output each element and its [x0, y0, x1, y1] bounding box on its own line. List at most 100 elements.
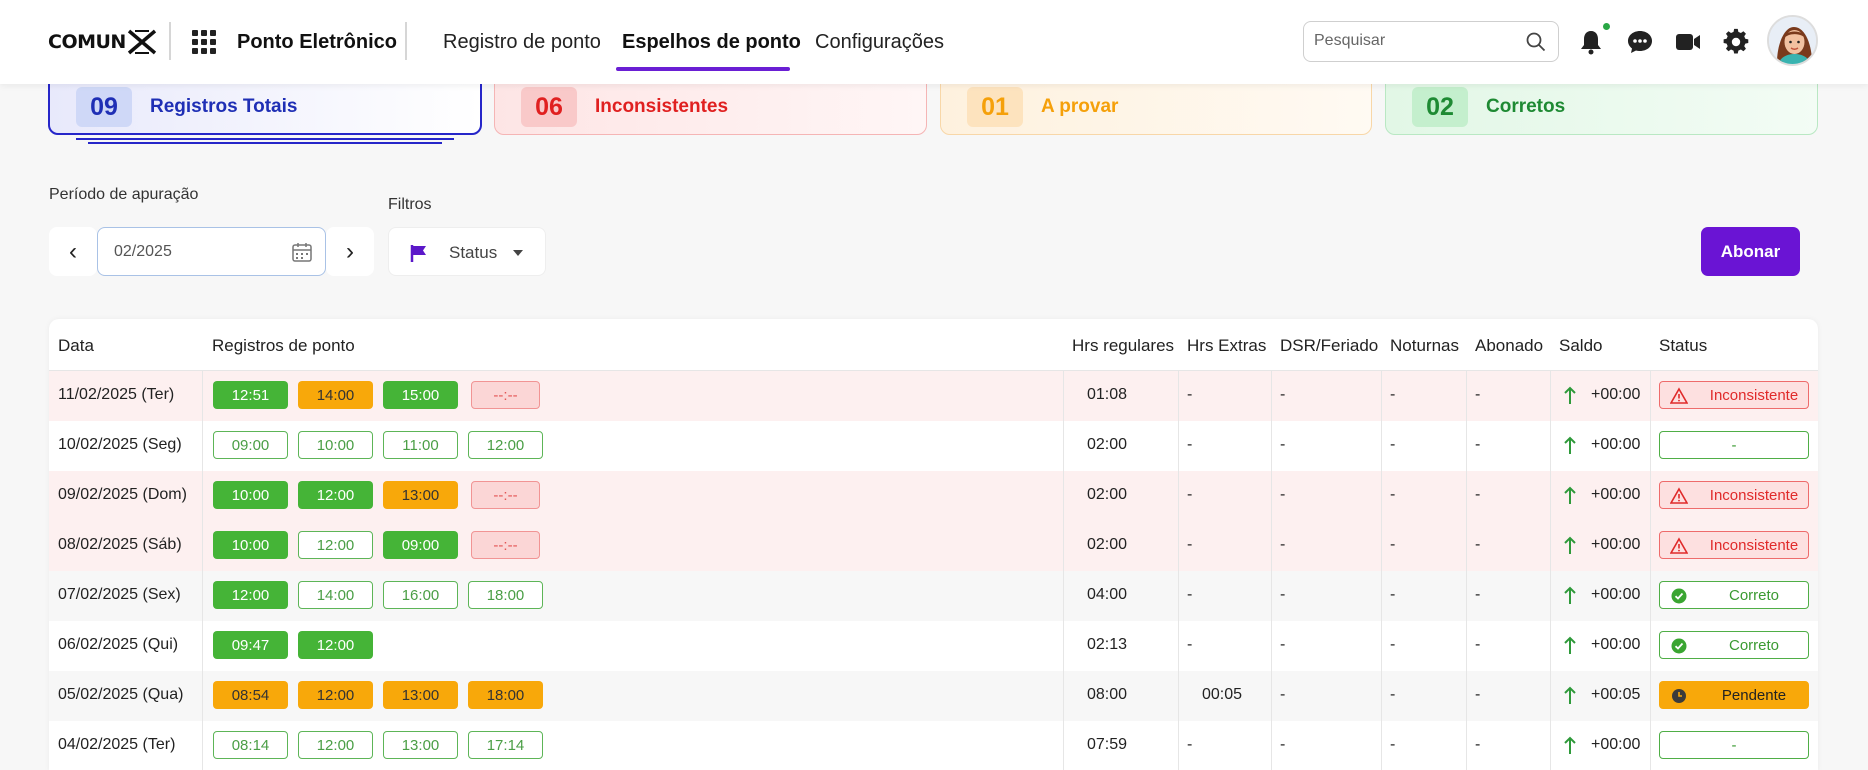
- col-dsr-feriado: DSR/Feriado: [1280, 336, 1379, 355]
- period-label: Período de apuração: [49, 186, 199, 203]
- search-input[interactable]: [1314, 32, 1514, 50]
- table-row[interactable]: 10/02/2025 (Seg) 09:00 10:00 11:00 12:00 02:0…: [49, 421, 1818, 471]
- search-box[interactable]: [1303, 21, 1559, 62]
- arrow-up-icon: [1564, 586, 1576, 604]
- column-divider: [1466, 721, 1467, 770]
- table-row[interactable]: 11/02/2025 (Ter) 12:51 14:00 15:00 --:-- 01:0…: [49, 371, 1818, 421]
- corretos-label: Corretos: [1486, 96, 1566, 117]
- column-divider: [1178, 371, 1179, 421]
- punch-time-chip[interactable]: 13:00: [383, 481, 458, 509]
- punch-time-chip[interactable]: 18:00: [468, 681, 543, 709]
- status-badge[interactable]: Inconsistente: [1659, 381, 1809, 409]
- punch-time-chip[interactable]: --:--: [471, 381, 540, 409]
- punch-time-chip[interactable]: 10:00: [298, 431, 373, 459]
- punch-time-chip[interactable]: 12:00: [298, 731, 373, 759]
- apps-grid-icon[interactable]: [192, 30, 216, 54]
- bell-icon[interactable]: [1577, 28, 1605, 56]
- previous-period-button[interactable]: ‹: [49, 227, 97, 276]
- row-date: 08/02/2025 (Sáb): [58, 536, 182, 553]
- status-badge[interactable]: Correto: [1659, 631, 1809, 659]
- user-avatar[interactable]: [1767, 15, 1818, 66]
- punch-time-chip[interactable]: 14:00: [298, 381, 373, 409]
- table-row[interactable]: 09/02/2025 (Dom) 10:00 12:00 13:00 --:-- 02:0…: [49, 471, 1818, 521]
- period-field[interactable]: 02/2025: [97, 227, 326, 276]
- row-date: 11/02/2025 (Ter): [58, 386, 175, 403]
- total-count: 09: [76, 87, 132, 127]
- punch-time-chip[interactable]: 12:00: [213, 581, 288, 609]
- status-badge[interactable]: -: [1659, 431, 1809, 459]
- row-date: 09/02/2025 (Dom): [58, 486, 187, 503]
- table-row[interactable]: 07/02/2025 (Sex) 12:00 14:00 16:00 18:00 04:0…: [49, 571, 1818, 621]
- column-divider: [1063, 571, 1064, 621]
- punch-time-chip[interactable]: 11:00: [383, 431, 458, 459]
- column-divider: [1466, 521, 1467, 571]
- search-icon[interactable]: [1526, 32, 1546, 52]
- punch-time-chip[interactable]: 15:00: [383, 381, 458, 409]
- abonar-button[interactable]: Abonar: [1701, 227, 1800, 276]
- punch-time-chip[interactable]: 08:14: [213, 731, 288, 759]
- status-label: Inconsistente: [1709, 387, 1799, 404]
- status-badge[interactable]: Pendente: [1659, 681, 1809, 709]
- status-badge[interactable]: Inconsistente: [1659, 531, 1809, 559]
- abonado-value: -: [1475, 486, 1481, 503]
- hrs-extras-value: -: [1187, 736, 1193, 753]
- column-divider: [202, 521, 203, 571]
- column-divider: [1178, 671, 1179, 721]
- punch-time-chip[interactable]: 16:00: [383, 581, 458, 609]
- comunix-logo[interactable]: COMUN: [48, 29, 157, 55]
- punch-time-chip[interactable]: 13:00: [383, 731, 458, 759]
- punch-time-chip[interactable]: 13:00: [383, 681, 458, 709]
- punch-time-chip[interactable]: 12:51: [213, 381, 288, 409]
- summary-card-corretos[interactable]: 02 Corretos: [1385, 79, 1818, 135]
- summary-card-a-provar[interactable]: 01 A provar: [940, 79, 1372, 135]
- card-selected-underline: [76, 138, 454, 140]
- column-divider: [1381, 421, 1382, 471]
- column-divider: [1178, 421, 1179, 471]
- table-row[interactable]: 06/02/2025 (Qui) 09:47 12:00 02:13 - - - - +00:0…: [49, 621, 1818, 671]
- hrs-regulares-value: 04:00: [1087, 586, 1128, 603]
- status-badge[interactable]: -: [1659, 731, 1809, 759]
- punch-time-chip[interactable]: 09:47: [213, 631, 288, 659]
- punch-time-chip[interactable]: 12:00: [298, 631, 373, 659]
- status-badge[interactable]: Inconsistente: [1659, 481, 1809, 509]
- saldo-value: +00:00: [1591, 436, 1641, 453]
- calendar-icon[interactable]: [291, 241, 313, 263]
- video-icon[interactable]: [1674, 28, 1702, 56]
- punch-time-chip[interactable]: 17:14: [468, 731, 543, 759]
- punch-time-chip[interactable]: 08:54: [213, 681, 288, 709]
- punch-time-chip[interactable]: 10:00: [213, 481, 288, 509]
- tab-configuracoes[interactable]: Configurações: [815, 31, 944, 54]
- punch-time-chip[interactable]: 12:00: [468, 431, 543, 459]
- flag-icon: [410, 245, 426, 262]
- punch-time-chip[interactable]: 14:00: [298, 581, 373, 609]
- column-divider: [1271, 671, 1272, 721]
- column-divider: [202, 621, 203, 671]
- punch-time-chip[interactable]: 10:00: [213, 531, 288, 559]
- punch-time-chip[interactable]: 09:00: [383, 531, 458, 559]
- punch-time-chip[interactable]: 12:00: [298, 681, 373, 709]
- column-divider: [1381, 721, 1382, 770]
- status-label: Inconsistente: [1709, 487, 1799, 504]
- column-divider: [1178, 721, 1179, 770]
- gear-icon[interactable]: [1722, 28, 1750, 56]
- summary-card-total[interactable]: 09 Registros Totais: [48, 79, 482, 135]
- table-row[interactable]: 08/02/2025 (Sáb) 10:00 12:00 09:00 --:-- 02:0…: [49, 521, 1818, 571]
- column-divider: [1381, 521, 1382, 571]
- table-row[interactable]: 04/02/2025 (Ter) 08:14 12:00 13:00 17:14 07:5…: [49, 721, 1818, 770]
- punch-time-chip[interactable]: 18:00: [468, 581, 543, 609]
- table-row[interactable]: 05/02/2025 (Qua) 08:54 12:00 13:00 18:00 08:0…: [49, 671, 1818, 721]
- punch-time-chip[interactable]: 09:00: [213, 431, 288, 459]
- status-filter-dropdown[interactable]: Status: [388, 227, 546, 276]
- punch-time-chip[interactable]: --:--: [471, 481, 540, 509]
- app-name: Ponto Eletrônico: [237, 31, 397, 53]
- punch-time-chip[interactable]: 12:00: [298, 531, 373, 559]
- summary-card-inconsistentes[interactable]: 06 Inconsistentes: [494, 79, 927, 135]
- punch-time-chip[interactable]: 12:00: [298, 481, 373, 509]
- tab-registro-de-ponto[interactable]: Registro de ponto: [443, 31, 601, 54]
- header-divider: [169, 22, 171, 60]
- chat-icon[interactable]: [1626, 28, 1654, 56]
- status-badge[interactable]: Correto: [1659, 581, 1809, 609]
- next-period-button[interactable]: ›: [326, 227, 374, 276]
- tab-espelhos-de-ponto[interactable]: Espelhos de ponto: [622, 31, 801, 54]
- punch-time-chip[interactable]: --:--: [471, 531, 540, 559]
